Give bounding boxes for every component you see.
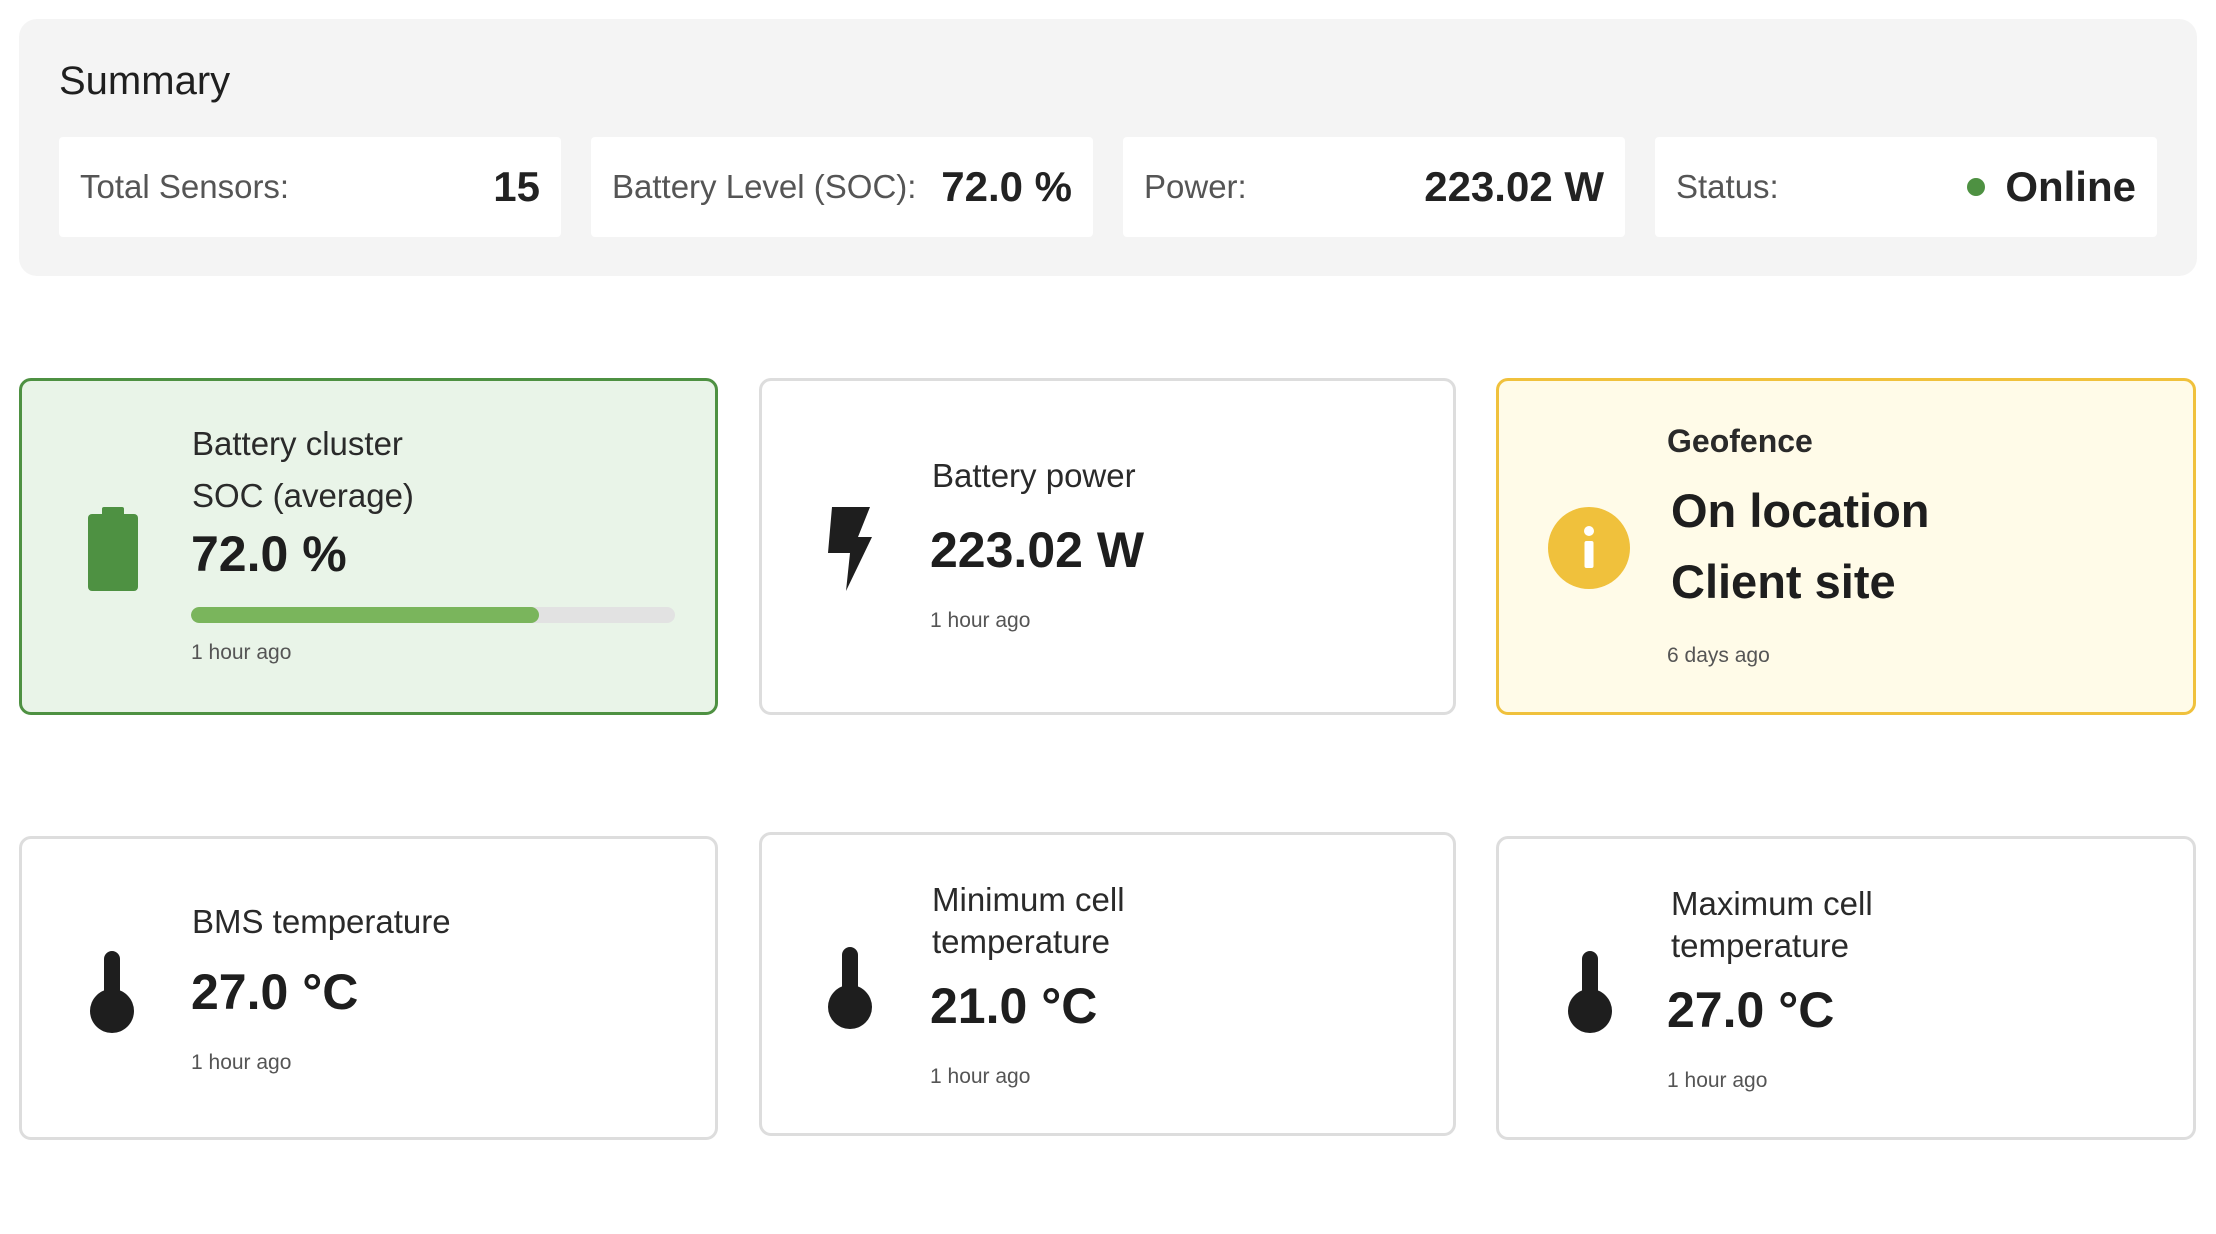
card-value: 27.0 °C bbox=[191, 964, 359, 1020]
stat-total-sensors: Total Sensors: 15 bbox=[59, 137, 561, 237]
lightning-icon bbox=[828, 507, 872, 591]
stat-value: 223.02 W bbox=[1424, 163, 1604, 210]
card-timestamp: 1 hour ago bbox=[930, 609, 1031, 632]
thermometer-icon bbox=[1568, 951, 1612, 1033]
stat-label: Power: bbox=[1144, 168, 1247, 205]
soc-progress-bar bbox=[191, 607, 675, 623]
stat-battery-level: Battery Level (SOC): 72.0 % bbox=[591, 137, 1093, 237]
geofence-value-line2: Client site bbox=[1671, 555, 1896, 608]
status-text: Online bbox=[2005, 163, 2136, 210]
stat-label: Battery Level (SOC): bbox=[612, 168, 917, 205]
card-label: Geofence bbox=[1667, 423, 1813, 459]
battery-icon bbox=[88, 507, 138, 591]
geofence-value-line1: On location bbox=[1671, 484, 1930, 537]
card-value: 223.02 W bbox=[930, 522, 1145, 578]
card-label-line2: temperature bbox=[1671, 927, 1849, 964]
card-value: 72.0 % bbox=[191, 526, 347, 582]
card-timestamp: 1 hour ago bbox=[191, 641, 292, 664]
card-timestamp: 1 hour ago bbox=[1667, 1069, 1768, 1092]
card-bms-temperature[interactable]: BMS temperature 27.0 °C 1 hour ago bbox=[19, 836, 718, 1140]
thermometer-icon bbox=[90, 951, 134, 1033]
card-label: BMS temperature bbox=[192, 903, 451, 940]
card-timestamp: 1 hour ago bbox=[191, 1051, 292, 1074]
card-label-line1: Maximum cell bbox=[1671, 885, 1873, 922]
card-geofence[interactable]: Geofence On location Client site 6 days … bbox=[1496, 378, 2196, 715]
card-label-line2: temperature bbox=[932, 923, 1110, 960]
card-label: Battery power bbox=[932, 457, 1136, 494]
summary-title: Summary bbox=[59, 59, 231, 103]
card-timestamp: 6 days ago bbox=[1667, 644, 1770, 667]
stat-label: Total Sensors: bbox=[80, 168, 290, 205]
card-label-line1: Battery cluster bbox=[192, 425, 403, 462]
card-label-line1: Minimum cell bbox=[932, 881, 1125, 918]
card-timestamp: 1 hour ago bbox=[930, 1065, 1031, 1088]
summary-panel: Summary Total Sensors: 15 Battery Level … bbox=[19, 19, 2197, 276]
stat-power: Power: 223.02 W bbox=[1123, 137, 1625, 237]
card-label-line2: SOC (average) bbox=[192, 477, 414, 514]
status-value: Online bbox=[1967, 163, 2136, 211]
card-min-cell-temperature[interactable]: Minimum cell temperature 21.0 °C 1 hour … bbox=[759, 832, 1456, 1136]
stat-value: 15 bbox=[493, 163, 540, 210]
card-max-cell-temperature[interactable]: Maximum cell temperature 27.0 °C 1 hour … bbox=[1496, 836, 2196, 1140]
stat-value: 72.0 % bbox=[941, 163, 1072, 210]
thermometer-icon bbox=[828, 947, 872, 1029]
info-icon bbox=[1548, 507, 1630, 589]
card-battery-power[interactable]: Battery power 223.02 W 1 hour ago bbox=[759, 378, 1456, 715]
stat-label: Status: bbox=[1676, 168, 1779, 205]
card-value: 21.0 °C bbox=[930, 978, 1098, 1034]
soc-progress-fill bbox=[191, 607, 540, 623]
card-value: 27.0 °C bbox=[1667, 982, 1835, 1038]
card-battery-cluster[interactable]: Battery cluster SOC (average) 72.0 % 1 h… bbox=[19, 378, 718, 715]
stat-status: Status: Online bbox=[1655, 137, 2157, 237]
status-dot-icon bbox=[1967, 178, 1986, 196]
